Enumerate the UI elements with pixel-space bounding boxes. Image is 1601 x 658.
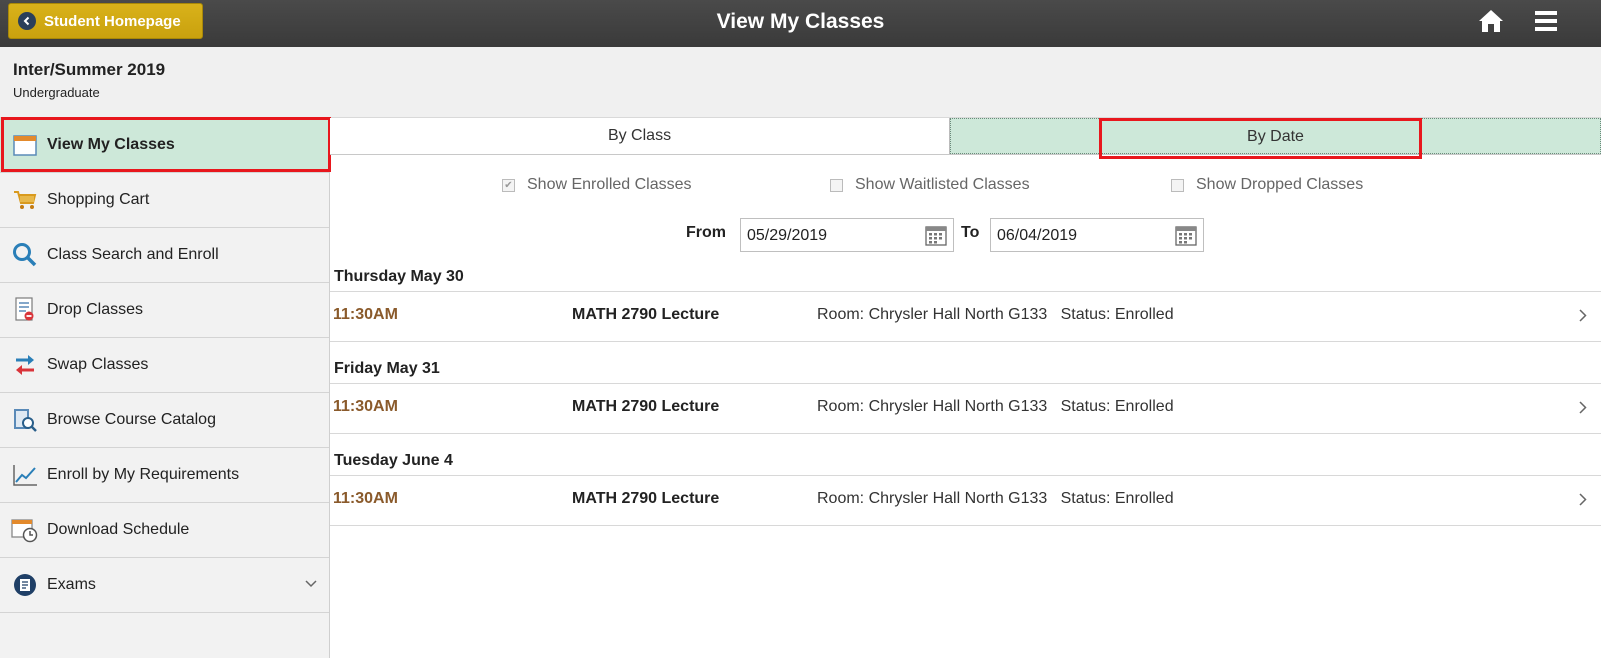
line-chart-icon — [11, 461, 39, 489]
checkbox-box — [1171, 178, 1184, 192]
sidebar-item-shopping-cart[interactable]: Shopping Cart — [0, 173, 329, 228]
top-header: Student Homepage View My Classes — [0, 0, 1601, 47]
sidebar-item-browse-catalog[interactable]: Browse Course Catalog — [0, 393, 329, 448]
sidebar-item-label: Enroll by My Requirements — [47, 466, 240, 483]
tab-by-class[interactable]: By Class — [330, 118, 950, 154]
sidebar-item-label: View My Classes — [47, 136, 175, 153]
class-time: 11:30AM — [333, 398, 398, 415]
class-room-status: Room: Chrysler Hall North G133 Status: E… — [817, 490, 1174, 507]
class-time: 11:30AM — [333, 306, 398, 323]
chevron-right-icon[interactable] — [1579, 401, 1587, 419]
checkbox-label: Show Dropped Classes — [1196, 176, 1364, 193]
page-title: View My Classes — [716, 10, 885, 33]
schedule-row[interactable]: 11:30AM MATH 2790 Lecture Room: Chrysler… — [330, 476, 1601, 526]
sidebar-item-label: Swap Classes — [47, 356, 149, 373]
from-date-input[interactable]: 05/29/2019 — [740, 218, 954, 252]
sidebar-item-label: Drop Classes — [47, 301, 144, 318]
sidebar-item-label: Shopping Cart — [47, 191, 150, 208]
home-icon[interactable] — [1477, 8, 1505, 39]
sidebar-item-label: Download Schedule — [47, 521, 190, 538]
day-header: Tuesday June 4 — [330, 452, 1601, 476]
chevron-right-icon[interactable] — [1579, 309, 1587, 327]
checkbox-label: Show Waitlisted Classes — [855, 176, 1030, 193]
search-icon — [11, 241, 39, 269]
sidebar-item-view-my-classes[interactable]: View My Classes — [0, 117, 331, 173]
menu-icon[interactable] — [1535, 10, 1557, 37]
checkbox-box — [830, 178, 843, 192]
catalog-search-icon — [11, 406, 39, 434]
calendar-picker-icon[interactable] — [925, 225, 947, 259]
chevron-right-icon[interactable] — [1579, 493, 1587, 511]
swap-arrows-icon — [11, 351, 39, 379]
chevron-down-icon[interactable] — [305, 575, 317, 593]
term-band: Inter/Summer 2019 Undergraduate — [0, 47, 1601, 118]
class-time: 11:30AM — [333, 490, 398, 507]
show-enrolled-checkbox[interactable]: ✔ Show Enrolled Classes — [502, 176, 692, 194]
tab-by-date[interactable]: By Date — [950, 118, 1601, 154]
show-dropped-checkbox[interactable]: Show Dropped Classes — [1171, 176, 1363, 194]
class-room-status: Room: Chrysler Hall North G133 Status: E… — [817, 306, 1174, 323]
sidebar-item-class-search[interactable]: Class Search and Enroll — [0, 228, 329, 283]
sidebar-item-drop-classes[interactable]: Drop Classes — [0, 283, 329, 338]
to-label: To — [961, 224, 980, 241]
to-date-input[interactable]: 06/04/2019 — [990, 218, 1204, 252]
class-course: MATH 2790 Lecture — [572, 490, 720, 507]
day-header: Thursday May 30 — [330, 268, 1601, 292]
schedule-row[interactable]: 11:30AM MATH 2790 Lecture Room: Chrysler… — [330, 384, 1601, 434]
sidebar-item-download-schedule[interactable]: Download Schedule — [0, 503, 329, 558]
from-label: From — [686, 224, 726, 241]
calendar-clock-icon — [11, 516, 39, 544]
calendar-picker-icon[interactable] — [1175, 225, 1197, 259]
term-title: Inter/Summer 2019 — [13, 60, 166, 79]
exams-icon — [11, 571, 39, 599]
class-room-status: Room: Chrysler Hall North G133 Status: E… — [817, 398, 1174, 415]
sidebar-item-label: Browse Course Catalog — [47, 411, 216, 428]
day-header: Friday May 31 — [330, 360, 1601, 384]
main-content: By Class By Date ✔ Show Enrolled Classes… — [330, 118, 1601, 658]
calendar-icon — [11, 131, 39, 159]
filter-checkboxes: ✔ Show Enrolled Classes Show Waitlisted … — [330, 176, 1601, 196]
checkbox-label: Show Enrolled Classes — [527, 176, 692, 193]
show-waitlisted-checkbox[interactable]: Show Waitlisted Classes — [830, 176, 1030, 194]
term-career: Undergraduate — [13, 85, 100, 100]
from-date-value: 05/29/2019 — [747, 227, 828, 244]
class-course: MATH 2790 Lecture — [572, 398, 720, 415]
sidebar: View My Classes Shopping Cart Class Sear… — [0, 117, 331, 658]
sidebar-item-exams[interactable]: Exams — [0, 558, 329, 613]
sidebar-item-label: Exams — [47, 576, 96, 593]
sidebar-item-enroll-requirements[interactable]: Enroll by My Requirements — [0, 448, 329, 503]
to-date-value: 06/04/2019 — [997, 227, 1078, 244]
schedule-row[interactable]: 11:30AM MATH 2790 Lecture Room: Chrysler… — [330, 292, 1601, 342]
sidebar-item-label: Class Search and Enroll — [47, 246, 219, 263]
checkmark-icon: ✔ — [502, 178, 515, 192]
sidebar-item-swap-classes[interactable]: Swap Classes — [0, 338, 329, 393]
date-range: From 05/29/2019 To 06/04/2019 — [330, 218, 1601, 254]
drop-document-icon — [11, 296, 39, 324]
view-tabs: By Class By Date — [330, 118, 1601, 155]
cart-icon — [11, 186, 39, 214]
class-course: MATH 2790 Lecture — [572, 306, 720, 323]
